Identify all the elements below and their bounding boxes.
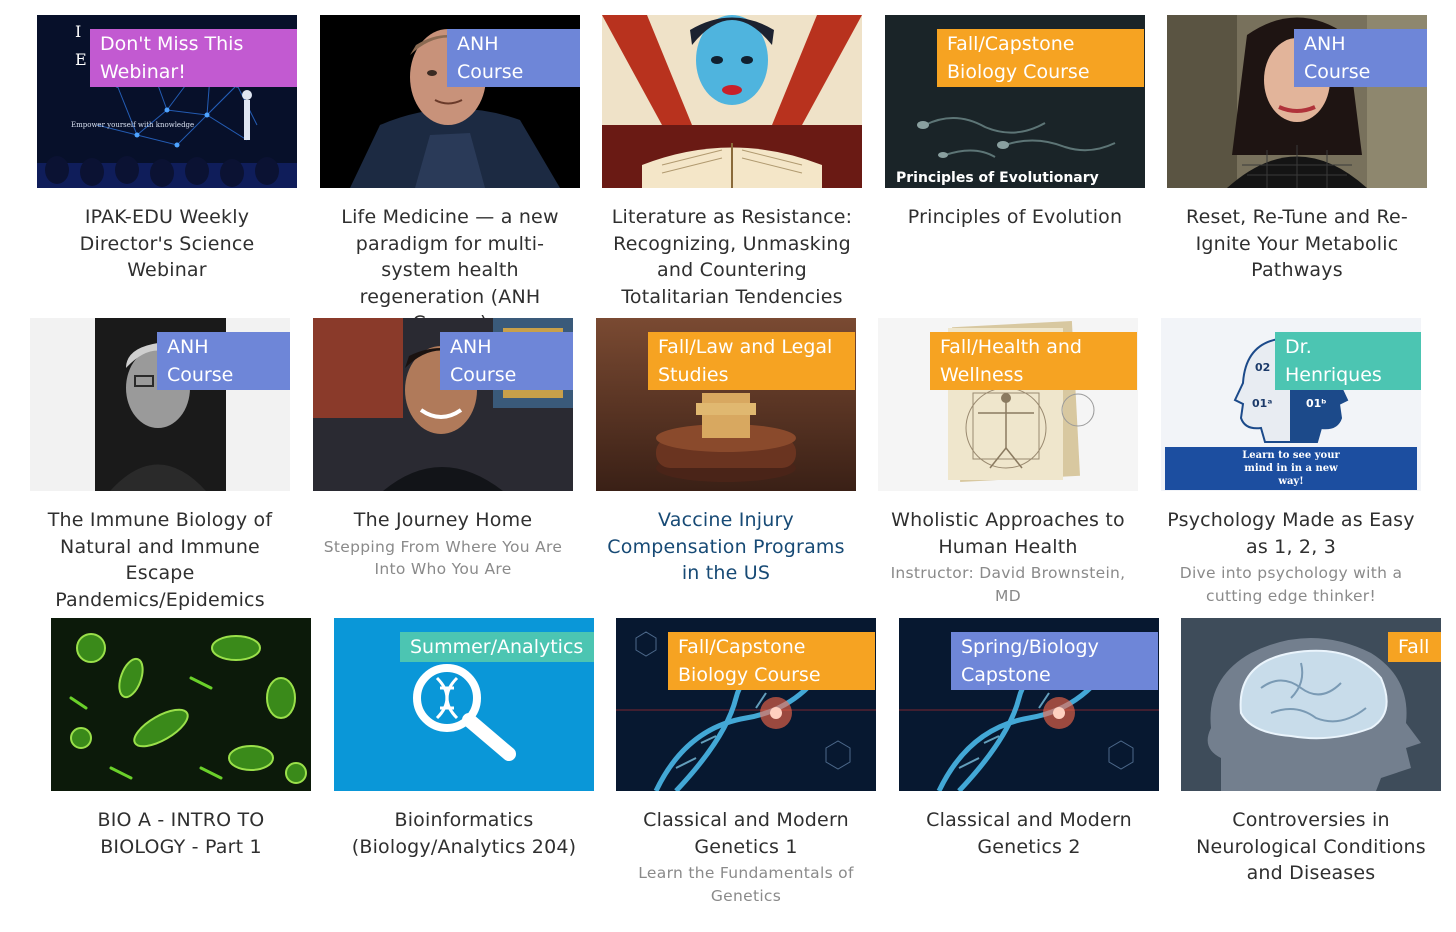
- course-thumbnail[interactable]: 02 01ᵃ 01ᵇ 0 Learn to see your mind in i…: [1161, 318, 1421, 491]
- course-thumbnail[interactable]: Summer/Analytics: [334, 618, 594, 791]
- course-card[interactable]: I E Empower yourself with knowledge Don'…: [37, 15, 297, 284]
- course-title[interactable]: Classical and Modern Genetics 2: [899, 807, 1159, 860]
- course-thumbnail[interactable]: [602, 15, 862, 188]
- category-badge: Spring/Biology Capstone: [951, 632, 1158, 690]
- course-title[interactable]: BIO A - INTRO TO BIOLOGY - Part 1: [51, 807, 311, 860]
- course-title[interactable]: Psychology Made as Easy as 1, 2, 3: [1161, 507, 1421, 560]
- course-thumbnail[interactable]: Principles of Evolutionary Fall/Capstone…: [885, 15, 1145, 188]
- head-label: 01ᵃ: [1252, 397, 1273, 410]
- course-card[interactable]: ANH Course Life Medicine — a new paradig…: [320, 15, 580, 337]
- category-badge: Don't Miss This Webinar!: [90, 29, 297, 87]
- course-thumbnail[interactable]: Fall/Law and Legal Studies: [596, 318, 856, 491]
- course-subtitle: Stepping From Where You Are Into Who You…: [323, 537, 563, 579]
- course-subtitle: Dive into psychology with a cutting edge…: [1179, 564, 1403, 605]
- course-title[interactable]: The Journey Home: [313, 507, 573, 534]
- course-thumbnail[interactable]: ANH Course: [30, 318, 290, 491]
- course-title[interactable]: Literature as Resistance: Recognizing, U…: [602, 204, 862, 310]
- illustration-image: [602, 15, 862, 188]
- category-badge: Summer/Analytics: [400, 632, 594, 662]
- category-badge: Fall/Law and Legal Studies: [648, 332, 855, 390]
- course-title[interactable]: Life Medicine — a new paradigm for multi…: [320, 204, 580, 337]
- course-title[interactable]: Classical and Modern Genetics 1: [616, 807, 876, 860]
- category-badge: ANH Course: [440, 332, 573, 390]
- course-thumbnail[interactable]: ANH Course: [320, 15, 580, 188]
- overlay-caption: Learn to see your mind in in a new way!: [1242, 450, 1340, 487]
- category-badge: ANH Course: [1294, 29, 1427, 87]
- course-card[interactable]: Literature as Resistance: Recognizing, U…: [602, 15, 862, 310]
- course-title[interactable]: Principles of Evolution: [885, 204, 1145, 231]
- category-badge: Fall/Capstone Biology Course: [937, 29, 1144, 87]
- course-thumbnail[interactable]: Fall/Health and Wellness: [878, 318, 1138, 491]
- course-thumbnail[interactable]: [51, 618, 311, 791]
- course-card[interactable]: Fall/Law and Legal Studies Vaccine Injur…: [596, 318, 856, 587]
- course-title[interactable]: Vaccine Injury Compensation Programs in …: [596, 507, 856, 587]
- course-thumbnail[interactable]: Fall/Capstone Biology Course: [616, 618, 876, 791]
- course-thumbnail[interactable]: ANH Course: [1167, 15, 1427, 188]
- course-card[interactable]: BIO A - INTRO TO BIOLOGY - Part 1: [51, 618, 311, 860]
- head-label: 01ᵇ: [1306, 397, 1327, 410]
- course-card[interactable]: Summer/Analytics Bioinformatics (Biology…: [334, 618, 594, 860]
- course-card[interactable]: Spring/Biology Capstone Classical and Mo…: [899, 618, 1159, 860]
- category-badge: Fall/Capstone Biology Course: [668, 632, 875, 690]
- course-card[interactable]: Principles of Evolutionary Fall/Capstone…: [885, 15, 1145, 231]
- category-badge: ANH Course: [157, 332, 290, 390]
- course-card[interactable]: ANH Course The Immune Biology of Natural…: [30, 318, 290, 613]
- course-card[interactable]: 02 01ᵃ 01ᵇ 0 Learn to see your mind in i…: [1161, 318, 1421, 607]
- overlay-caption: Empower yourself with knowledge: [71, 121, 195, 129]
- course-thumbnail[interactable]: Fall: [1181, 618, 1441, 791]
- course-title[interactable]: IPAK-EDU Weekly Director's Science Webin…: [37, 204, 297, 284]
- course-title[interactable]: The Immune Biology of Natural and Immune…: [30, 507, 290, 613]
- bacteria-image: [51, 618, 311, 791]
- course-subtitle: Instructor: David Brownstein, MD: [890, 564, 1126, 605]
- course-title[interactable]: Reset, Re-Tune and Re-Ignite Your Metabo…: [1167, 204, 1427, 284]
- overlay-caption: Principles of Evolutionary: [896, 170, 1099, 186]
- course-title[interactable]: Wholistic Approaches to Human Health: [878, 507, 1138, 560]
- category-badge: Fall: [1388, 632, 1441, 662]
- head-label: 02: [1255, 361, 1271, 374]
- category-badge: Dr. Henriques: [1275, 332, 1421, 390]
- course-card[interactable]: ANH Course The Journey Home Stepping Fro…: [313, 318, 573, 581]
- svg-text:I: I: [75, 22, 81, 41]
- course-thumbnail[interactable]: I E Empower yourself with knowledge Don'…: [37, 15, 297, 188]
- course-card[interactable]: Fall/Health and Wellness Wholistic Appro…: [878, 318, 1138, 607]
- course-thumbnail[interactable]: Spring/Biology Capstone: [899, 618, 1159, 791]
- course-subtitle: Learn the Fundamentals of Genetics: [638, 864, 854, 905]
- course-card[interactable]: Fall Controversies in Neurological Condi…: [1181, 618, 1441, 887]
- course-card[interactable]: ANH Course Reset, Re-Tune and Re-Ignite …: [1167, 15, 1427, 284]
- category-badge: Fall/Health and Wellness: [930, 332, 1137, 390]
- course-title[interactable]: Controversies in Neurological Conditions…: [1181, 807, 1441, 887]
- category-badge: ANH Course: [447, 29, 580, 87]
- course-thumbnail[interactable]: ANH Course: [313, 318, 573, 491]
- course-card[interactable]: Fall/Capstone Biology Course Classical a…: [616, 618, 876, 907]
- svg-text:E: E: [75, 50, 87, 69]
- course-title[interactable]: Bioinformatics (Biology/Analytics 204): [334, 807, 594, 860]
